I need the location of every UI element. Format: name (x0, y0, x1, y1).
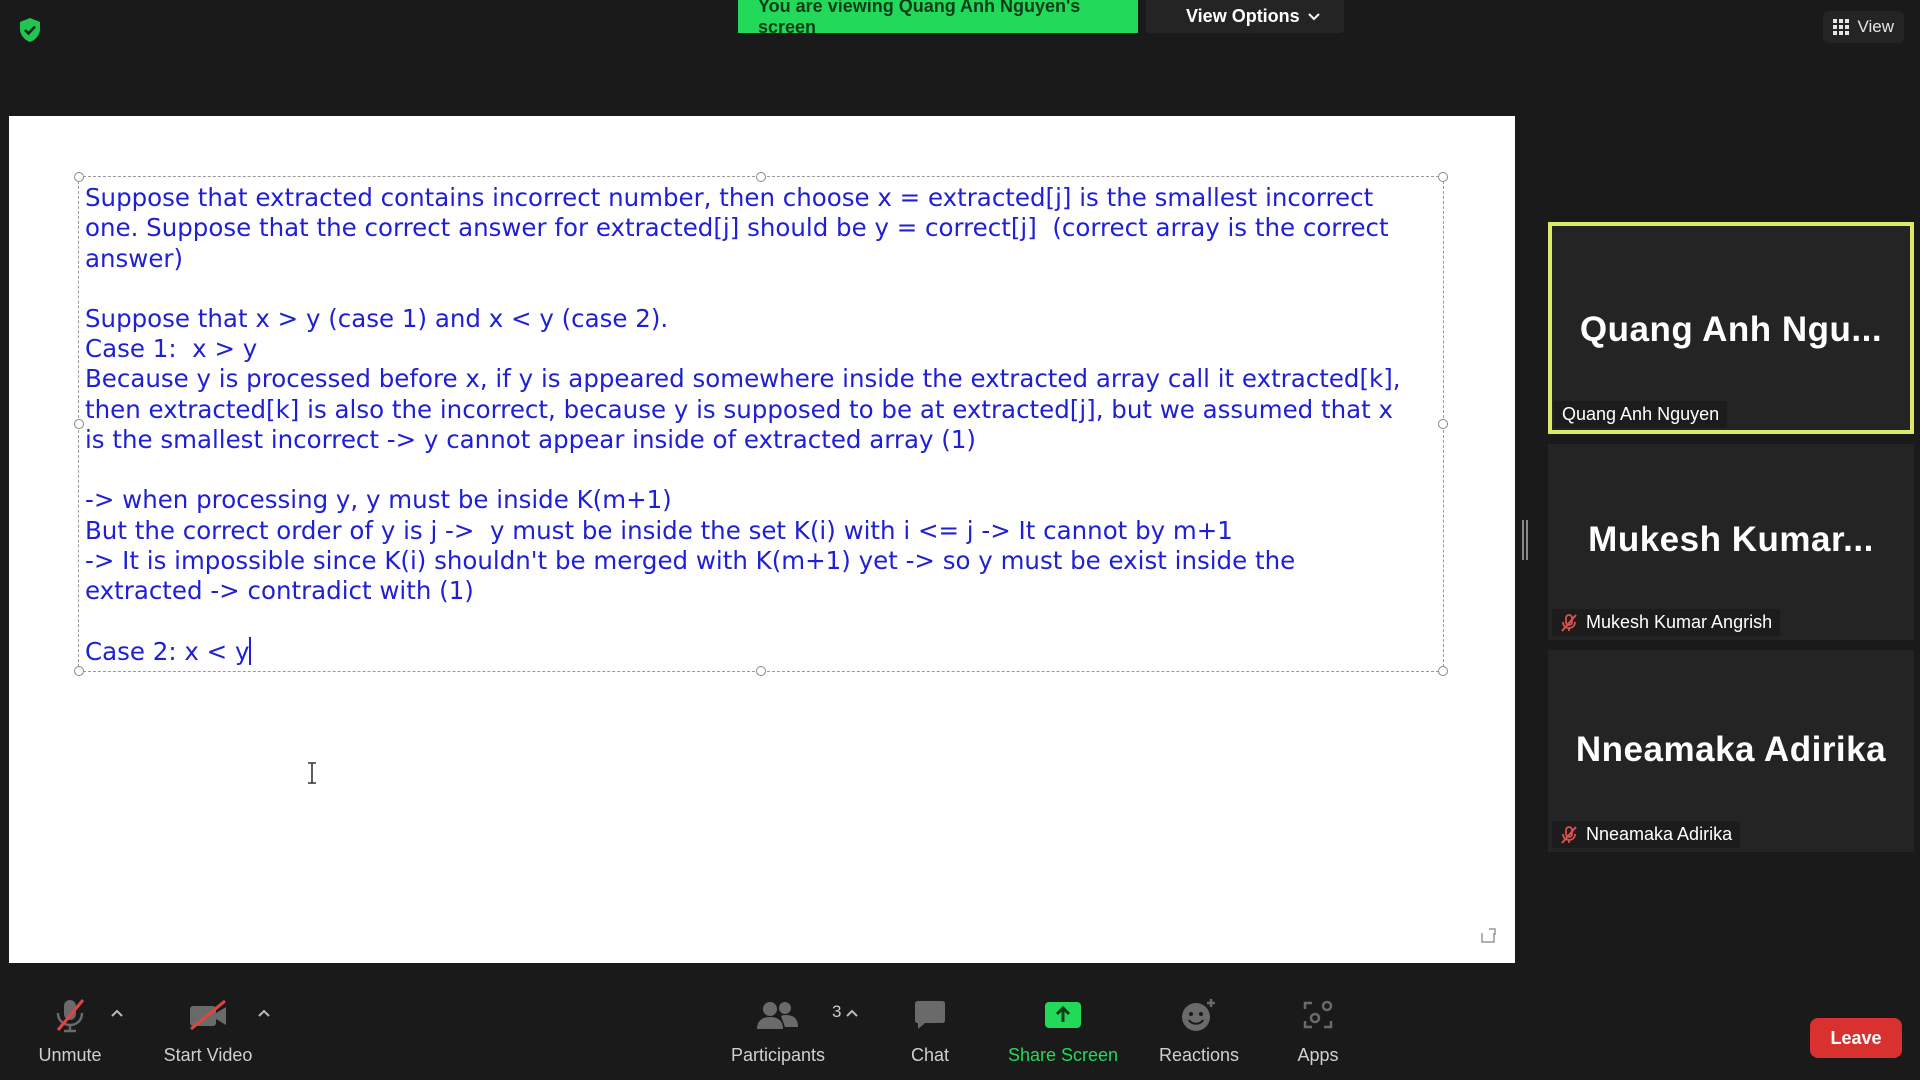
reactions-label: Reactions (1158, 1045, 1240, 1065)
document-line: Case 1: x > y (85, 334, 258, 364)
meeting-toolbar: Unmute Start Video 3 Participants Chat S… (0, 990, 1920, 1080)
resize-handle[interactable] (74, 666, 84, 676)
view-label: View (1857, 17, 1894, 36)
text-caret (249, 636, 251, 665)
view-layout-button[interactable]: View (1823, 11, 1904, 43)
document-line: one. Suppose that the correct answer for… (85, 213, 1389, 243)
document-line: -> It is impossible since K(i) shouldn't… (85, 545, 1296, 575)
participants-options-chevron-icon[interactable] (845, 1008, 859, 1018)
participant-tag-label: Mukesh Kumar Angrish (1586, 612, 1773, 632)
mic-muted-icon (56, 999, 85, 1033)
document-line: Case 2: x < y (85, 636, 251, 666)
participants-icon (757, 1002, 798, 1029)
participant-name-tag: Mukesh Kumar Angrish (1552, 609, 1781, 636)
encryption-shield-icon[interactable] (16, 16, 44, 44)
unmute-button[interactable]: Unmute (30, 990, 110, 1066)
text-cursor-icon (308, 762, 316, 784)
document-line: Because y is processed before x, if y is… (85, 364, 1401, 394)
share-screen-label: Share Screen (1007, 1045, 1119, 1065)
share-screen-button[interactable]: Share Screen (1006, 990, 1120, 1066)
video-off-icon (190, 1000, 226, 1030)
unmute-label: Unmute (38, 1045, 102, 1065)
document-line: Suppose that extracted contains incorrec… (85, 183, 1374, 212)
participant-tile[interactable]: Mukesh Kumar... Mukesh Kumar Angrish (1548, 444, 1914, 640)
document-line: is the smallest incorrect -> y cannot ap… (85, 425, 976, 455)
participant-display-name: Mukesh Kumar... (1588, 520, 1874, 559)
expand-corner-icon[interactable] (1479, 927, 1497, 945)
participants-button[interactable]: 3 Participants (722, 990, 841, 1066)
screen-share-banner: You are viewing Quang Anh Nguyen's scree… (738, 0, 1344, 37)
view-options-button[interactable]: View Options (1146, 0, 1344, 33)
resize-handle[interactable] (756, 172, 766, 182)
grid-icon (1833, 19, 1850, 35)
text-box[interactable]: Suppose that extracted contains incorrec… (74, 172, 1448, 676)
chevron-down-icon (1307, 12, 1320, 20)
chat-bubble-icon (915, 1001, 945, 1029)
participant-tag-label: Nneamaka Adirika (1586, 824, 1733, 844)
document-line: But the correct order of y is j -> y mus… (85, 515, 1233, 545)
video-options-chevron-icon[interactable] (257, 1008, 271, 1018)
mic-muted-icon (1561, 613, 1577, 632)
leave-button[interactable]: Leave (1810, 1018, 1902, 1058)
audio-options-chevron-icon[interactable] (110, 1008, 124, 1018)
reactions-button[interactable]: Reactions (1152, 990, 1246, 1066)
apps-icon (1303, 1000, 1333, 1029)
participant-name-tag: Nneamaka Adirika (1552, 821, 1741, 848)
participant-display-name: Nneamaka Adirika (1575, 730, 1887, 769)
document-line: -> when processing y, y must be inside K… (85, 485, 672, 515)
document-line: answer) (85, 243, 184, 273)
participant-display-name: Quang Anh Ngu... (1579, 310, 1883, 349)
chat-button[interactable]: Chat (900, 990, 960, 1066)
participant-tile[interactable]: Quang Anh Ngu... Quang Anh Nguyen (1548, 222, 1914, 434)
participants-label: Participants (730, 1045, 826, 1065)
apps-button[interactable]: Apps (1290, 990, 1346, 1066)
chat-label: Chat (910, 1045, 950, 1065)
participant-name-tag: Quang Anh Nguyen (1554, 401, 1728, 428)
document-line: then extracted[k] is also the incorrect,… (85, 394, 1394, 424)
resize-handle[interactable] (74, 172, 84, 182)
shared-screen: Suppose that extracted contains incorrec… (9, 116, 1515, 963)
apps-label: Apps (1297, 1045, 1339, 1065)
start-video-label: Start Video (163, 1045, 253, 1065)
resize-handle[interactable] (74, 419, 84, 429)
document-line: extracted -> contradict with (1) (85, 576, 474, 606)
share-screen-icon (1045, 1002, 1081, 1028)
participants-count: 3 (832, 1002, 842, 1021)
document-line: Suppose that x > y (case 1) and x < y (c… (85, 303, 669, 333)
participant-tile[interactable]: Nneamaka Adirika Nneamaka Adirika (1548, 650, 1914, 852)
mic-muted-icon (1561, 825, 1577, 844)
participant-tag-label: Quang Anh Nguyen (1562, 404, 1720, 424)
document-text[interactable]: Suppose that extracted contains incorrec… (85, 183, 1435, 667)
resize-handle[interactable] (1438, 419, 1448, 429)
resize-handle[interactable] (756, 666, 766, 676)
view-options-label: View Options (1186, 6, 1300, 26)
panel-resize-grip[interactable] (1522, 520, 1528, 560)
reactions-smiley-icon (1182, 999, 1215, 1031)
start-video-button[interactable]: Start Video (158, 990, 258, 1066)
resize-handle[interactable] (1438, 666, 1448, 676)
resize-handle[interactable] (1438, 172, 1448, 182)
viewing-screen-label: You are viewing Quang Anh Nguyen's scree… (738, 0, 1138, 37)
